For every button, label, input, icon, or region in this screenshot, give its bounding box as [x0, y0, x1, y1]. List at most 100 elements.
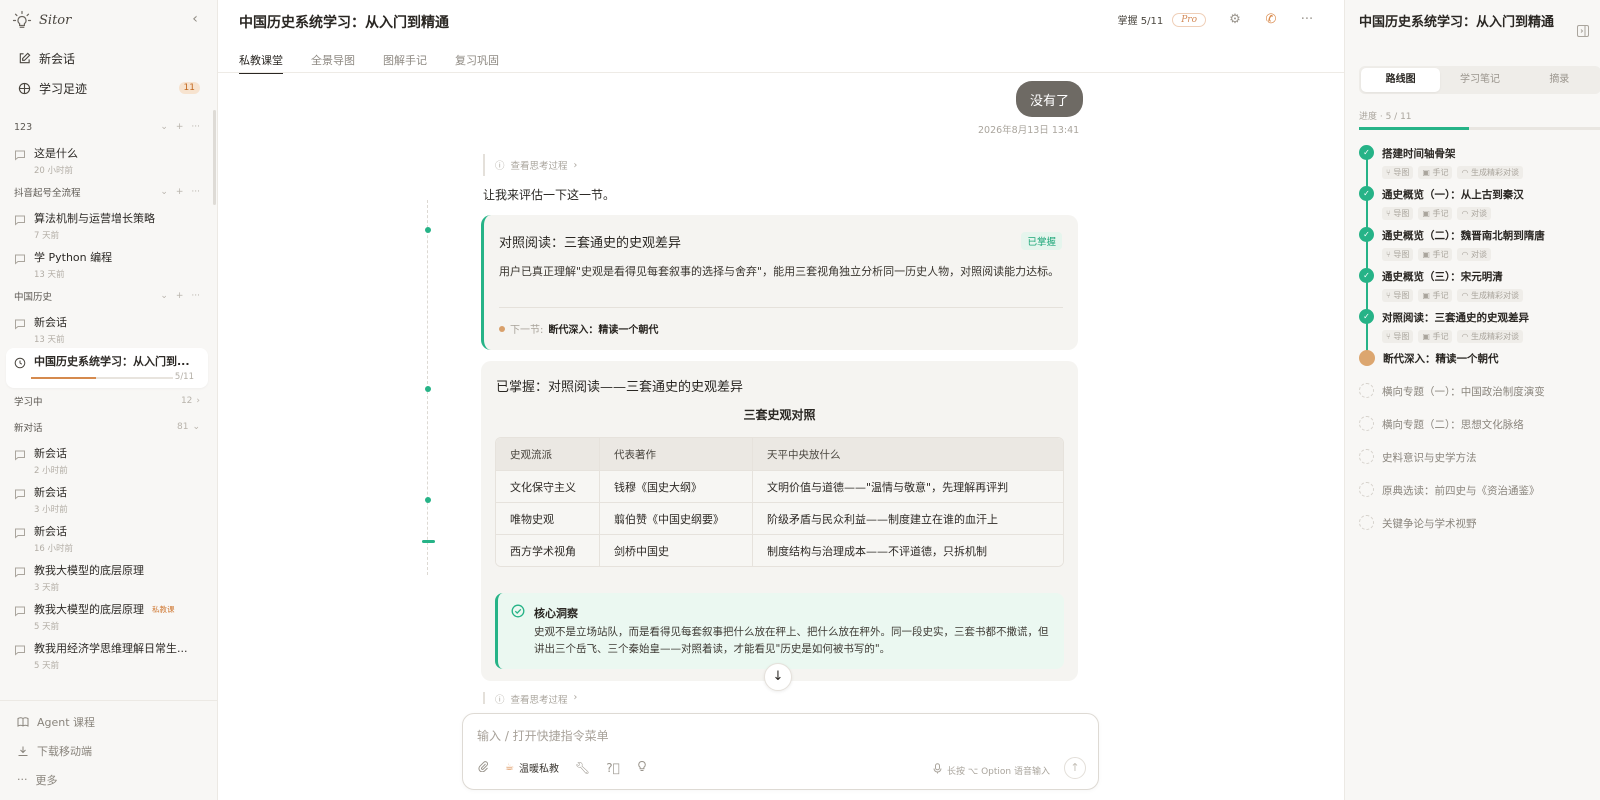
roadmap-step[interactable]: 原典选读：前四史与《资治通鉴》: [1359, 482, 1600, 516]
roadmap-step[interactable]: ✓ 通史概览（三）：宋元明清 ⑂ 导图 ▣ 手记 ◠ 生成精彩对谈: [1359, 268, 1600, 310]
tab-study-notes[interactable]: 学习笔记: [1440, 68, 1519, 92]
more-icon[interactable]: ···: [191, 122, 200, 132]
list-item[interactable]: 这是什么 20 小时前: [6, 140, 208, 179]
list-item[interactable]: 新会话 16 小时前: [6, 518, 208, 557]
table-row: 西方学术视角 剑桥中国史 制度结构与治理成本——不评道德，只拆机制: [496, 534, 1063, 566]
step-body: 通史概览（二）：魏晋南北朝到隋唐 ⑂ 导图 ▣ 手记 ◠ 对谈: [1382, 228, 1545, 261]
notes-chip[interactable]: ▣ 手记: [1418, 166, 1453, 179]
scroll-to-bottom-button[interactable]: ↓: [764, 663, 792, 691]
list-item[interactable]: 算法机制与运营增长策略 7 天前: [6, 205, 208, 244]
tab-roadmap[interactable]: 路线图: [1361, 68, 1441, 92]
view-thinking-toggle[interactable]: ⓘ 查看思考过程 ›: [483, 154, 577, 176]
roadmap-step[interactable]: 关键争论与学术视野: [1359, 515, 1600, 549]
learning-count: 12: [180, 396, 193, 406]
mindmap-chip[interactable]: ⑂ 导图: [1382, 166, 1414, 179]
timeline-current-marker[interactable]: [422, 540, 435, 543]
chevron-down-icon[interactable]: ⌄: [160, 122, 168, 132]
group-header-learning[interactable]: 学习中 12 ›: [6, 388, 208, 414]
dialogue-chip[interactable]: ◠ 对谈: [1457, 248, 1491, 261]
dialogue-chip[interactable]: ◠ 生成精彩对谈: [1457, 330, 1523, 343]
add-icon[interactable]: +: [176, 122, 184, 132]
more-icon[interactable]: ···: [191, 187, 200, 197]
step-title: 原典选读：前四史与《资治通鉴》: [1382, 485, 1540, 497]
list-item[interactable]: 教我大模型的底层原理 私教课 5 天前: [6, 596, 208, 635]
collapse-sidebar-icon[interactable]: ‹: [186, 10, 204, 28]
agent-course-link[interactable]: Agent 课程: [0, 707, 217, 736]
check-circle-icon: ✓: [1359, 227, 1374, 242]
group-header-douyin[interactable]: 抖音起号全流程 ⌄ + ···: [6, 179, 208, 205]
mindmap-chip[interactable]: ⑂ 导图: [1382, 248, 1414, 261]
notes-chip[interactable]: ▣ 手记: [1418, 330, 1453, 343]
conversation-timeline[interactable]: [422, 200, 435, 575]
roadmap-step[interactable]: ✓ 对照阅读：三套通史的史观差异 ⑂ 导图 ▣ 手记 ◠ 生成精彩对谈: [1359, 309, 1600, 351]
learning-footprint-button[interactable]: 学习足迹 11: [8, 73, 210, 103]
chevron-down-icon[interactable]: ⌄: [160, 291, 168, 301]
more-options-icon[interactable]: ···: [1300, 12, 1314, 27]
roadmap-step[interactable]: 横向专题（一）：中国政治制度演变: [1359, 383, 1600, 417]
mindmap-chip[interactable]: ⑂ 导图: [1382, 330, 1414, 343]
roadmap-step[interactable]: ✓ 搭建时间轴骨架 ⑂ 导图 ▣ 手记 ◠ 生成精彩对谈: [1359, 145, 1600, 187]
sidebar-scrollbar[interactable]: [213, 110, 216, 205]
notes-chip[interactable]: ▣ 手记: [1418, 207, 1453, 220]
compass-icon: [18, 82, 31, 94]
roadmap-step[interactable]: ✓ 通史概览（一）：从上古到秦汉 ⑂ 导图 ▣ 手记 ◠ 对谈: [1359, 186, 1600, 228]
group-header-new-chats[interactable]: 新对话 81 ⌄: [6, 414, 208, 440]
brand[interactable]: Sitor: [12, 9, 71, 31]
question-icon[interactable]: ?⃝: [606, 761, 620, 775]
tutor-style-button[interactable]: ☕ 温暖私教: [505, 760, 559, 775]
dialogue-chip[interactable]: ◠ 对谈: [1457, 207, 1491, 220]
tab-private-class[interactable]: 私教课堂: [239, 45, 283, 74]
group-header-chinese-history[interactable]: 中国历史 ⌄ + ···: [6, 283, 208, 309]
add-icon[interactable]: +: [176, 187, 184, 197]
paperclip-icon[interactable]: [477, 760, 489, 775]
tab-mindmap[interactable]: 全景导图: [311, 45, 355, 72]
summary-card: 已掌握：对照阅读——三套通史的史观差异 三套史观对照 史观流派 代表著作 天平中…: [481, 361, 1078, 681]
group-header-123[interactable]: 123 ⌄ + ···: [6, 114, 208, 140]
lightbulb-icon[interactable]: [636, 760, 648, 775]
list-item[interactable]: 新会话 2 小时前: [6, 440, 208, 479]
list-item[interactable]: 新会话 13 天前: [6, 309, 208, 348]
chevron-down-icon[interactable]: ⌄: [192, 422, 200, 432]
roadmap-step[interactable]: ✓ 通史概览（二）：魏晋南北朝到隋唐 ⑂ 导图 ▣ 手记 ◠ 对谈: [1359, 227, 1600, 269]
more-icon[interactable]: ···: [191, 291, 200, 301]
chevron-down-icon[interactable]: ⌄: [160, 187, 168, 197]
message-input[interactable]: [477, 726, 1037, 746]
active-course-item[interactable]: 中国历史系统学习：从入门到... 5/11: [6, 348, 208, 388]
add-icon[interactable]: +: [176, 291, 184, 301]
column-header: 史观流派: [496, 438, 599, 470]
more-link[interactable]: ··· 更多: [0, 765, 217, 794]
mindmap-chip[interactable]: ⑂ 导图: [1382, 207, 1414, 220]
list-item[interactable]: 新会话 3 小时前: [6, 479, 208, 518]
dialogue-chip[interactable]: ◠ 生成精彩对谈: [1457, 289, 1523, 302]
roadmap-step[interactable]: 断代深入：精读一个朝代: [1359, 350, 1600, 384]
view-thinking-toggle[interactable]: ⓘ 查看思考过程 ›: [483, 692, 577, 704]
panel-toggle-icon[interactable]: [1576, 24, 1590, 38]
roadmap-step[interactable]: 史料意识与史学方法: [1359, 449, 1600, 483]
timeline-marker[interactable]: [425, 497, 431, 503]
tab-review[interactable]: 复习巩固: [455, 45, 499, 72]
send-button[interactable]: ↑: [1064, 757, 1086, 779]
voice-input-hint[interactable]: 长按 ⌥ Option 语音输入: [933, 763, 1050, 777]
mindmap-chip[interactable]: ⑂ 导图: [1382, 289, 1414, 302]
list-item[interactable]: 教我用经济学思维理解日常生... 5 天前: [6, 635, 208, 674]
chevron-right-icon[interactable]: ›: [196, 396, 200, 406]
wrench-icon[interactable]: 🔧︎: [575, 761, 590, 775]
dialogue-chip[interactable]: ◠ 生成精彩对谈: [1457, 166, 1523, 179]
step-title: 通史概览（一）：从上古到秦汉: [1382, 189, 1524, 201]
tab-illustrated-notes[interactable]: 图解手记: [383, 45, 427, 72]
timeline-marker[interactable]: [425, 227, 431, 233]
roadmap-step[interactable]: 横向专题（二）：思想文化脉络: [1359, 416, 1600, 450]
list-item[interactable]: 学 Python 编程 13 天前: [6, 244, 208, 283]
notes-chip[interactable]: ▣ 手记: [1418, 289, 1453, 302]
timeline-marker[interactable]: [425, 386, 431, 392]
phone-icon[interactable]: ✆: [1264, 12, 1278, 27]
notes-chip[interactable]: ▣ 手记: [1418, 248, 1453, 261]
download-mobile-link[interactable]: 下载移动端: [0, 736, 217, 765]
new-chat-button[interactable]: 新会话: [8, 43, 210, 73]
pro-badge[interactable]: Pro: [1172, 12, 1206, 27]
settings-gear-icon[interactable]: ⚙: [1228, 12, 1242, 27]
list-item[interactable]: 教我大模型的底层原理 3 天前: [6, 557, 208, 596]
next-section[interactable]: 下一节: 断代深入：精读一个朝代: [499, 321, 658, 336]
tab-excerpts[interactable]: 摘录: [1520, 68, 1599, 92]
message-composer: ☕ 温暖私教 🔧︎ ?⃝ 长按 ⌥ Option 语音输入 ↑: [462, 713, 1099, 790]
